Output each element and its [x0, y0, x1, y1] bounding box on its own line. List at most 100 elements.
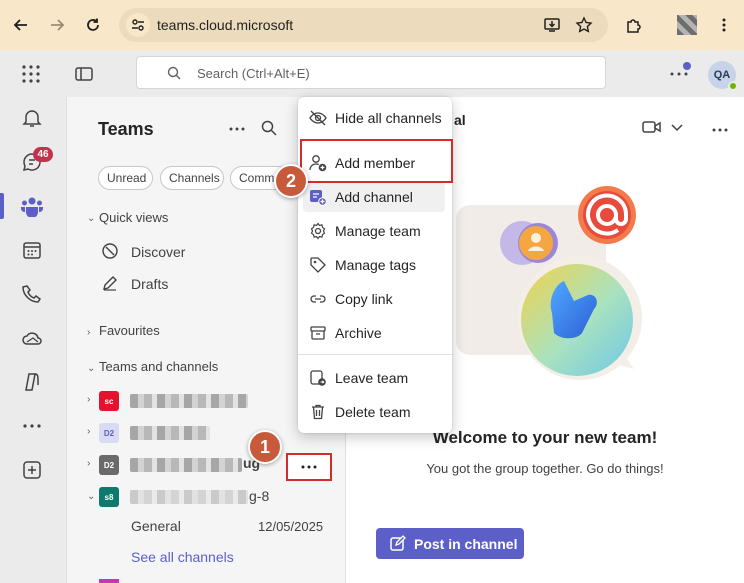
- team-name-redacted[interactable]: [130, 490, 248, 504]
- trash-icon: [308, 402, 328, 422]
- favourites-header[interactable]: Favourites: [99, 323, 160, 338]
- quick-view-drafts[interactable]: Drafts: [131, 276, 168, 292]
- team-name-redacted[interactable]: [130, 458, 242, 472]
- team-name-suffix: g-8: [249, 488, 270, 504]
- more-horizontal-icon: [229, 127, 245, 131]
- chevron-down-icon[interactable]: ⌄: [87, 213, 95, 224]
- pencil-icon: [101, 274, 119, 292]
- team-name-redacted[interactable]: [130, 426, 210, 440]
- arrow-right-icon: [51, 19, 65, 31]
- install-app-icon[interactable]: [542, 15, 562, 35]
- search-placeholder: Search (Ctrl+Alt+E): [197, 66, 310, 81]
- chat-unread-badge: 46: [33, 147, 53, 162]
- welcome-subtitle: You got the group together. Go do things…: [426, 461, 664, 476]
- rail-teams[interactable]: [19, 193, 45, 219]
- teams-people-icon: [21, 197, 43, 217]
- menu-item-leave-team[interactable]: Leave team: [298, 363, 452, 393]
- rail-more-apps[interactable]: [19, 413, 45, 439]
- channel-general[interactable]: General: [131, 518, 181, 534]
- menu-item-label: Delete team: [335, 404, 411, 420]
- mention-at-icon: [578, 186, 636, 244]
- quick-view-discover[interactable]: Discover: [131, 244, 185, 260]
- team-more-options-button[interactable]: [286, 453, 332, 481]
- team-avatar: sc: [99, 391, 119, 411]
- rail-onedrive[interactable]: [19, 325, 45, 351]
- back-button[interactable]: [8, 12, 34, 38]
- presence-available-icon: [728, 81, 738, 91]
- quick-views-header[interactable]: Quick views: [99, 210, 168, 225]
- arrow-left-icon: [13, 19, 27, 31]
- page-title: Teams: [98, 119, 154, 139]
- channel-add-icon: [308, 187, 328, 207]
- cloud-icon: [22, 332, 42, 345]
- chevron-right-icon[interactable]: ›: [87, 458, 90, 469]
- settings-more-button[interactable]: [668, 62, 691, 84]
- menu-divider: [298, 354, 452, 355]
- app-launcher-button[interactable]: [20, 63, 42, 85]
- chevron-down-icon[interactable]: ⌄: [87, 363, 95, 374]
- reload-button[interactable]: [80, 12, 106, 38]
- video-options-button[interactable]: [670, 121, 684, 133]
- compose-icon: [390, 535, 406, 551]
- menu-item-label: Leave team: [335, 370, 409, 386]
- rail-copilot[interactable]: [19, 369, 45, 395]
- channel-more-button[interactable]: [710, 122, 730, 132]
- browser-toolbar: teams.cloud.microsoft: [0, 0, 744, 50]
- chevron-right-icon[interactable]: ›: [87, 394, 90, 405]
- panel-search-button[interactable]: [260, 119, 278, 137]
- avatar[interactable]: QA: [708, 61, 738, 91]
- address-bar[interactable]: teams.cloud.microsoft: [119, 8, 608, 42]
- sidebar-icon: [75, 67, 93, 81]
- rail-activity[interactable]: [19, 105, 45, 131]
- team-name-redacted[interactable]: [130, 394, 248, 408]
- copilot-icon: [25, 373, 39, 391]
- bookmark-star-icon[interactable]: [574, 15, 594, 35]
- chevron-right-icon[interactable]: ›: [87, 426, 90, 437]
- menu-item-archive[interactable]: Archive: [298, 318, 452, 348]
- menu-item-hide-all-channels[interactable]: Hide all channels: [298, 103, 452, 133]
- filter-channels[interactable]: Channels: [160, 166, 224, 190]
- video-camera-icon: [642, 121, 661, 133]
- avatar-initials: QA: [713, 69, 731, 81]
- panel-more-button[interactable]: [227, 122, 247, 136]
- menu-item-manage-team[interactable]: Manage team: [298, 216, 452, 246]
- app-rail: 46: [0, 97, 66, 583]
- see-all-channels-link[interactable]: See all channels: [131, 549, 234, 565]
- teams-header: Search (Ctrl+Alt+E) QA: [0, 50, 744, 97]
- waffle-icon: [22, 65, 40, 83]
- menu-item-add-channel[interactable]: Add channel: [303, 182, 445, 212]
- search-icon: [167, 66, 181, 80]
- rail-calendar[interactable]: [19, 237, 45, 263]
- calendar-icon: [23, 242, 41, 259]
- more-vertical-icon: [722, 18, 726, 32]
- notification-dot: [683, 62, 691, 70]
- rail-add-apps[interactable]: [19, 457, 45, 483]
- chevron-down-icon[interactable]: ⌄: [87, 491, 95, 502]
- menu-item-label: Manage tags: [335, 257, 416, 273]
- forward-button[interactable]: [44, 12, 70, 38]
- post-in-channel-button[interactable]: Post in channel: [376, 528, 524, 559]
- menu-item-manage-tags[interactable]: Manage tags: [298, 250, 452, 280]
- link-icon: [308, 289, 328, 309]
- menu-item-label: Archive: [335, 325, 382, 341]
- profile-avatar-blurred: [677, 15, 697, 35]
- menu-item-delete-team[interactable]: Delete team: [298, 397, 452, 427]
- search-input[interactable]: Search (Ctrl+Alt+E): [136, 56, 606, 89]
- url-text: teams.cloud.microsoft: [157, 17, 294, 33]
- extensions-button[interactable]: [621, 12, 647, 38]
- chevron-right-icon[interactable]: ›: [87, 327, 90, 338]
- filter-unread[interactable]: Unread: [98, 166, 153, 190]
- step-marker-2: 2: [274, 164, 308, 198]
- profile-button[interactable]: [674, 12, 700, 38]
- rail-calls[interactable]: [19, 281, 45, 307]
- more-horizontal-icon: [712, 128, 728, 132]
- add-member-highlight: [300, 139, 453, 183]
- leave-icon: [308, 368, 328, 388]
- video-call-button[interactable]: [642, 119, 662, 135]
- menu-item-copy-link[interactable]: Copy link: [298, 284, 452, 314]
- discover-icon: [101, 242, 119, 260]
- site-info-icon[interactable]: [126, 13, 150, 37]
- toggle-sidebar-button[interactable]: [74, 64, 94, 84]
- teams-channels-header[interactable]: Teams and channels: [99, 359, 218, 374]
- browser-menu-button[interactable]: [711, 12, 737, 38]
